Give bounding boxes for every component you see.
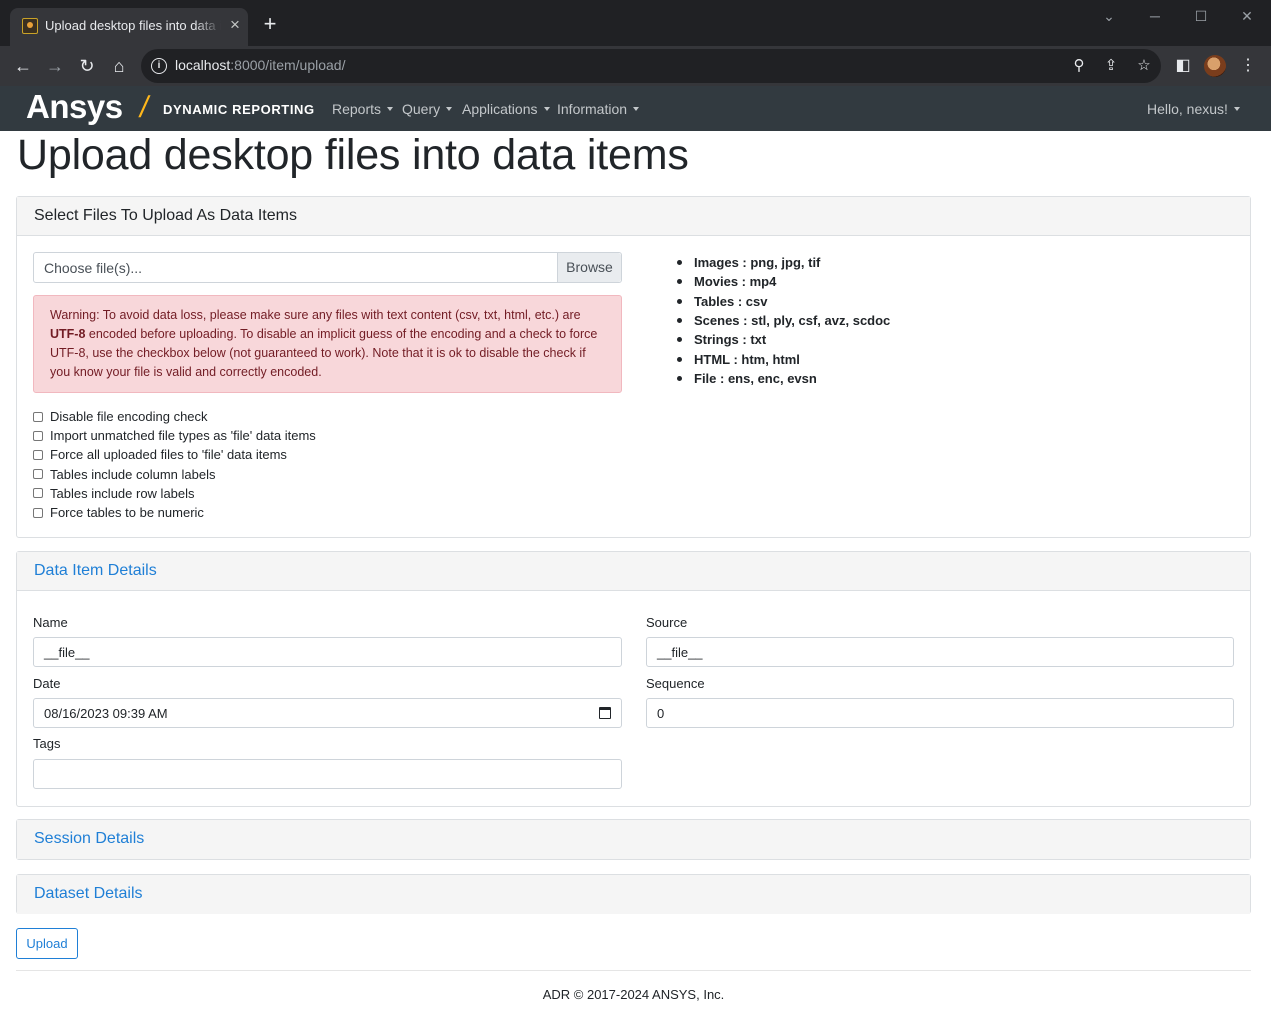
option-disable-encoding-check[interactable]: Disable file encoding check bbox=[33, 407, 316, 426]
reload-icon[interactable]: ↻ bbox=[75, 54, 99, 78]
nav-query[interactable]: Query bbox=[402, 101, 453, 117]
sequence-label: Sequence bbox=[646, 676, 705, 691]
sequence-input[interactable]: 0 bbox=[646, 698, 1234, 728]
browser-tab[interactable]: Upload desktop files into data items × bbox=[10, 8, 248, 46]
list-item: Tables : csv bbox=[677, 292, 890, 311]
upload-button[interactable]: Upload bbox=[16, 928, 78, 959]
option-row-labels[interactable]: Tables include row labels bbox=[33, 484, 316, 503]
minimize-button[interactable]: ─ bbox=[1132, 6, 1178, 26]
option-column-labels[interactable]: Tables include column labels bbox=[33, 465, 316, 484]
caret-down-icon bbox=[387, 107, 394, 111]
bullet-icon bbox=[677, 260, 682, 266]
dataset-details-header[interactable]: Dataset Details bbox=[17, 875, 1250, 914]
nav-information[interactable]: Information bbox=[557, 101, 640, 117]
upload-options: Disable file encoding check Import unmat… bbox=[33, 407, 316, 522]
bullet-icon bbox=[677, 298, 682, 304]
browser-titlebar: Upload desktop files into data items × +… bbox=[0, 0, 1271, 46]
bullet-icon bbox=[677, 356, 682, 362]
data-item-details-card: Data Item Details Name __file__ Source _… bbox=[16, 551, 1251, 807]
checkbox[interactable] bbox=[33, 449, 43, 460]
session-details-card: Session Details bbox=[16, 819, 1251, 860]
list-item: File : ens, enc, evsn bbox=[677, 369, 890, 388]
nav-reports[interactable]: Reports bbox=[332, 101, 394, 117]
close-tab-icon[interactable]: × bbox=[226, 16, 244, 34]
brand-slash: / bbox=[137, 91, 152, 124]
select-files-header: Select Files To Upload As Data Items bbox=[17, 197, 1250, 236]
checkbox[interactable] bbox=[33, 411, 43, 422]
maximize-button[interactable]: ☐ bbox=[1178, 6, 1224, 26]
date-value: 08/16/2023 09:39 AM bbox=[44, 706, 168, 721]
url-text[interactable]: localhost:8000/item/upload/ bbox=[175, 57, 345, 73]
caret-down-icon bbox=[446, 107, 453, 111]
caret-down-icon bbox=[1233, 107, 1240, 111]
name-label: Name bbox=[33, 615, 68, 630]
home-icon[interactable]: ⌂ bbox=[107, 54, 131, 78]
data-item-details-header[interactable]: Data Item Details bbox=[17, 552, 1250, 591]
bullet-icon bbox=[677, 375, 682, 381]
source-input[interactable]: __file__ bbox=[646, 637, 1234, 667]
footer-copyright: ADR © 2017-2024 ANSYS, Inc. bbox=[542, 987, 725, 1002]
option-force-numeric[interactable]: Force tables to be numeric bbox=[33, 503, 316, 522]
caret-down-icon bbox=[543, 107, 550, 111]
session-details-header[interactable]: Session Details bbox=[17, 820, 1250, 859]
nav-applications[interactable]: Applications bbox=[462, 101, 550, 117]
bullet-icon bbox=[677, 318, 682, 324]
list-item: Strings : txt bbox=[677, 330, 890, 349]
zoom-icon[interactable]: ⚲ bbox=[1069, 56, 1089, 76]
file-chooser-placeholder: Choose file(s)... bbox=[44, 260, 143, 276]
file-chooser[interactable]: Choose file(s)... Browse bbox=[33, 252, 622, 283]
close-window-button[interactable]: ✕ bbox=[1224, 6, 1270, 26]
bookmark-star-icon[interactable]: ☆ bbox=[1134, 56, 1154, 76]
tab-title: Upload desktop files into data items bbox=[45, 18, 221, 33]
browser-toolbar: ← → ↻ ⌂ i localhost:8000/item/upload/ ⚲ … bbox=[0, 46, 1271, 86]
forward-icon[interactable]: → bbox=[43, 54, 67, 78]
tags-input[interactable] bbox=[33, 759, 622, 789]
site-info-icon[interactable]: i bbox=[151, 58, 167, 74]
option-import-unmatched[interactable]: Import unmatched file types as 'file' da… bbox=[33, 426, 316, 445]
source-label: Source bbox=[646, 615, 688, 630]
calendar-icon[interactable] bbox=[599, 707, 611, 719]
list-item: HTML : htm, html bbox=[677, 349, 890, 368]
adr-favicon-icon bbox=[22, 18, 38, 34]
sidepanel-icon[interactable]: ◧ bbox=[1171, 54, 1195, 78]
list-item: Scenes : stl, ply, csf, avz, scdoc bbox=[677, 311, 890, 330]
date-input[interactable]: 08/16/2023 09:39 AM bbox=[33, 698, 622, 728]
encoding-warning: Warning: To avoid data loss, please make… bbox=[33, 295, 622, 393]
tab-search-icon[interactable]: ⌄ bbox=[1086, 6, 1132, 26]
tags-label: Tags bbox=[33, 736, 61, 751]
nav-user-menu[interactable]: Hello, nexus! bbox=[1147, 101, 1240, 117]
bullet-icon bbox=[677, 337, 682, 343]
date-label: Date bbox=[33, 676, 61, 691]
browse-button[interactable]: Browse bbox=[557, 253, 621, 282]
select-files-card: Select Files To Upload As Data Items Cho… bbox=[16, 196, 1251, 538]
new-tab-button[interactable]: + bbox=[258, 12, 282, 36]
brand-subtitle: DYNAMIC REPORTING bbox=[163, 102, 315, 117]
app-navbar: Ansys / DYNAMIC REPORTING Reports Query … bbox=[0, 86, 1271, 131]
checkbox[interactable] bbox=[33, 430, 43, 441]
ansys-logo[interactable]: Ansys bbox=[26, 88, 123, 126]
caret-down-icon bbox=[633, 107, 640, 111]
supported-file-types: Images : png, jpg, tif Movies : mp4 Tabl… bbox=[677, 253, 890, 388]
page-title: Upload desktop files into data items bbox=[17, 131, 689, 179]
option-force-file-items[interactable]: Force all uploaded files to 'file' data … bbox=[33, 445, 316, 464]
dataset-details-card: Dataset Details bbox=[16, 874, 1251, 914]
address-bar[interactable]: i localhost:8000/item/upload/ ⚲ ⇪ ☆ bbox=[141, 49, 1161, 83]
checkbox[interactable] bbox=[33, 469, 43, 480]
list-item: Images : png, jpg, tif bbox=[677, 253, 890, 272]
share-icon[interactable]: ⇪ bbox=[1101, 56, 1121, 76]
list-item: Movies : mp4 bbox=[677, 272, 890, 291]
back-icon[interactable]: ← bbox=[11, 54, 35, 78]
checkbox[interactable] bbox=[33, 507, 43, 518]
bullet-icon bbox=[677, 279, 682, 285]
name-input[interactable]: __file__ bbox=[33, 637, 622, 667]
menu-kebab-icon[interactable]: ⋮ bbox=[1236, 54, 1260, 78]
checkbox[interactable] bbox=[33, 488, 43, 499]
profile-avatar[interactable] bbox=[1204, 55, 1226, 77]
footer-divider bbox=[16, 970, 1251, 971]
